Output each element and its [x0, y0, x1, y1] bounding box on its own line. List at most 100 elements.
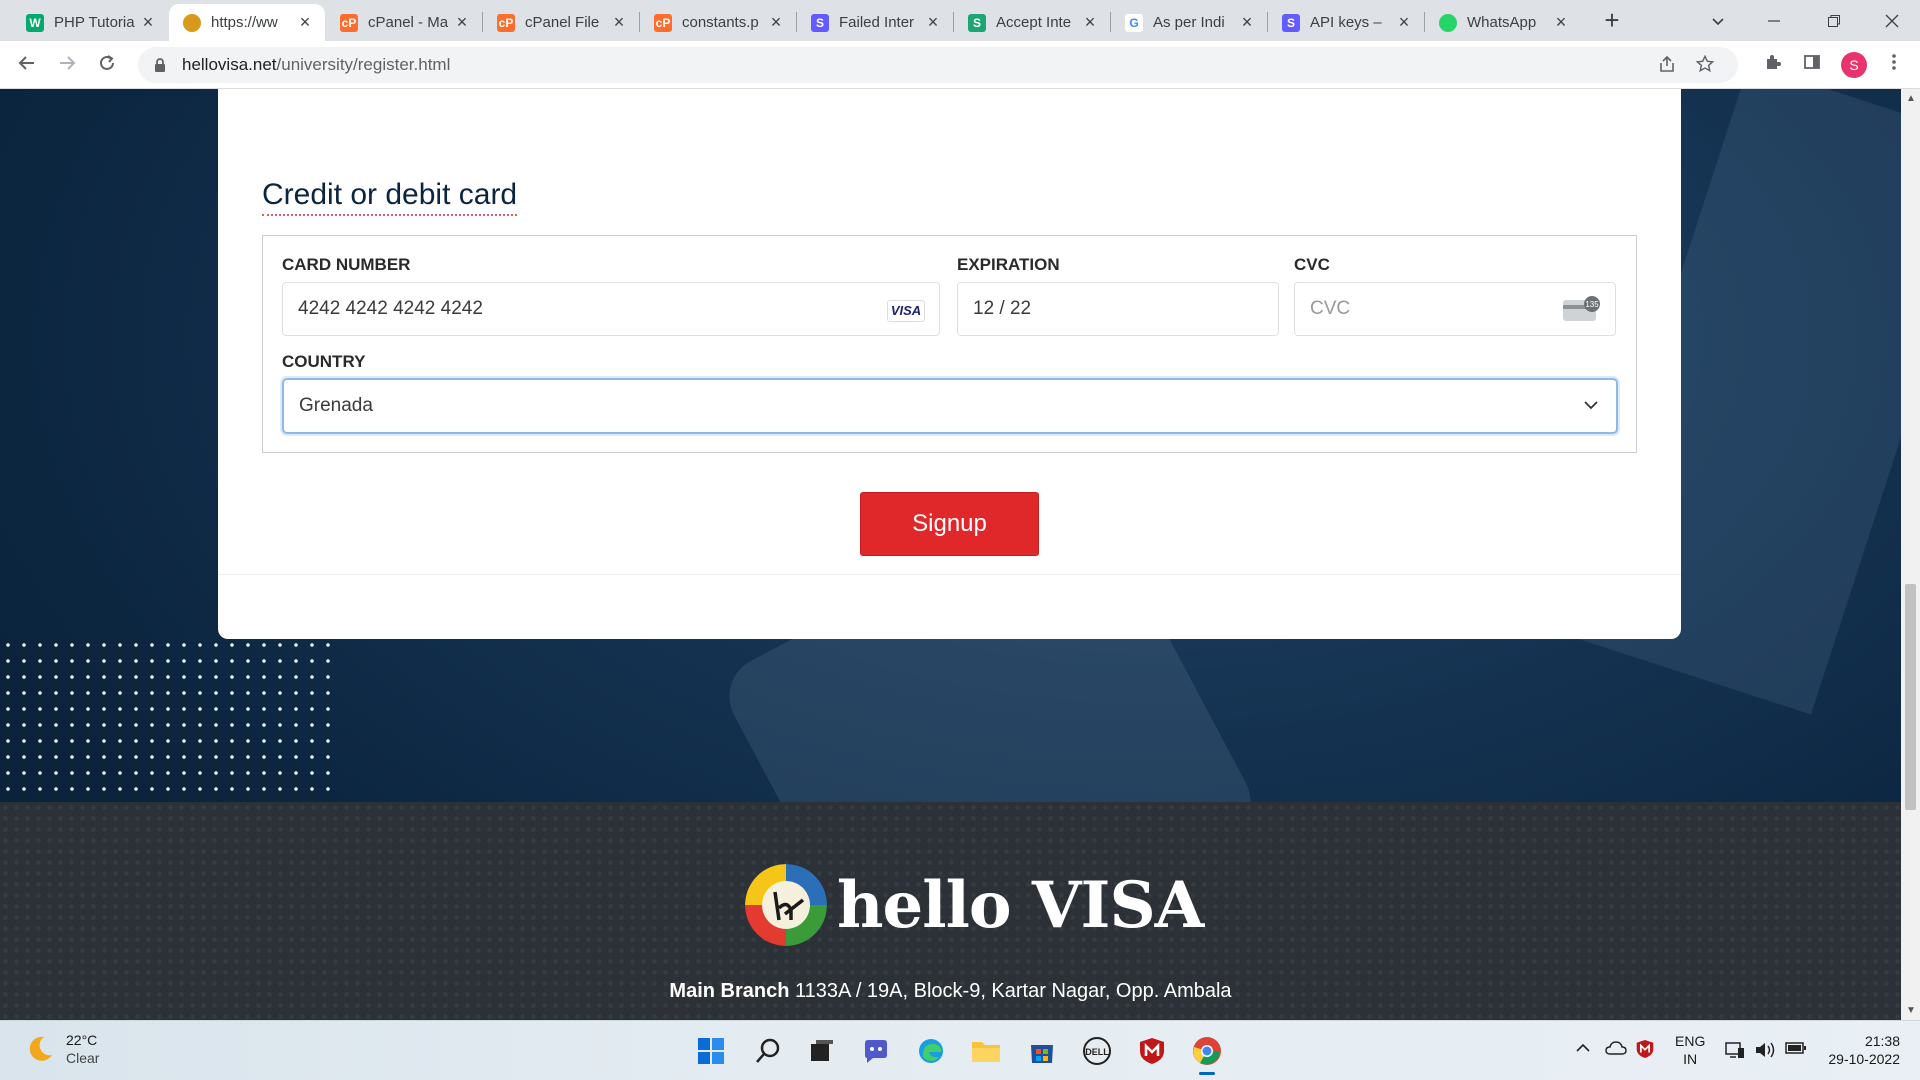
expiration-input[interactable]: 12 / 22	[957, 282, 1279, 336]
google-icon: G	[1125, 13, 1143, 32]
side-panel-icon[interactable]	[1797, 50, 1827, 80]
browser-tab[interactable]: cP cPanel - Ma ×	[326, 4, 482, 41]
branch-address-text: 1133A / 19A, Block-9, Kartar Nagar, Opp.…	[795, 980, 1232, 1002]
cpanel-icon: cP	[340, 13, 358, 32]
more-menu-icon[interactable]	[1879, 50, 1909, 80]
country-select[interactable]: Grenada	[282, 378, 1618, 434]
clock-time: 21:38	[1864, 1033, 1900, 1049]
cvc-input[interactable]: CVC 135	[1294, 282, 1616, 336]
tab-close-icon[interactable]: ×	[923, 12, 943, 33]
hellovisa-logo[interactable]: hello VISA	[745, 864, 1204, 946]
browser-tab[interactable]: S API keys – ×	[1268, 4, 1424, 41]
visa-icon: VISA	[887, 300, 925, 322]
restore-button[interactable]	[1806, 0, 1862, 41]
scroll-down-arrow-icon[interactable]: ▼	[1906, 1005, 1916, 1016]
browser-tab[interactable]: S Failed Inter ×	[797, 4, 953, 41]
input-language-indicator[interactable]: ENG IN	[1675, 1032, 1705, 1068]
page-viewport: Credit or debit card CARD NUMBER 4242 42…	[0, 89, 1901, 1020]
stripe-icon: S	[811, 13, 829, 32]
language-code: ENG	[1675, 1033, 1706, 1049]
expiration-value: 12 / 22	[973, 298, 1032, 319]
browser-tab[interactable]: S Accept Inte ×	[954, 4, 1110, 41]
network-icon[interactable]	[1725, 1041, 1745, 1064]
profile-avatar[interactable]: S	[1841, 52, 1867, 78]
tab-close-icon[interactable]: ×	[1551, 12, 1571, 33]
extensions-icon[interactable]	[1758, 50, 1788, 80]
forward-button[interactable]	[52, 50, 82, 80]
browser-tab[interactable]: https://ww ×	[169, 4, 325, 41]
tab-close-icon[interactable]: ×	[1394, 12, 1414, 33]
arrow-right-icon	[60, 56, 76, 70]
svg-text:DELL: DELL	[1085, 1047, 1109, 1057]
signup-button[interactable]: Signup	[860, 492, 1039, 556]
close-window-button[interactable]	[1864, 0, 1920, 41]
address-bar[interactable]: hellovisa.net/university/register.html	[138, 47, 1738, 83]
task-view-button[interactable]	[804, 1033, 840, 1069]
chevron-down-icon	[1584, 401, 1598, 410]
new-tab-button[interactable]: +	[1598, 6, 1626, 34]
browser-tab[interactable]: G As per Indi ×	[1111, 4, 1267, 41]
tab-close-icon[interactable]: ×	[1237, 12, 1257, 33]
dell-button[interactable]: DELL	[1079, 1033, 1115, 1069]
scroll-thumb[interactable]	[1905, 584, 1916, 810]
battery-icon[interactable]	[1785, 1041, 1807, 1060]
folder-icon	[972, 1042, 1000, 1062]
site-footer: hello VISA Main Branch 1133A / 19A, Bloc…	[0, 802, 1901, 1020]
arrow-left-icon	[18, 56, 34, 70]
edge-button[interactable]	[913, 1033, 949, 1069]
mcafee-shield-icon	[1140, 1038, 1164, 1064]
tab-title: Accept Inte	[996, 14, 1072, 31]
file-explorer-button[interactable]	[968, 1033, 1004, 1069]
clock-date: 29-10-2022	[1828, 1051, 1900, 1067]
card-details-box: CARD NUMBER 4242 4242 4242 4242 VISA EXP…	[262, 235, 1637, 453]
onedrive-icon[interactable]	[1605, 1041, 1627, 1060]
teams-chat-button[interactable]	[858, 1033, 894, 1069]
mcafee-button[interactable]	[1134, 1033, 1170, 1069]
weather-condition-text: Clear	[66, 1050, 100, 1066]
tab-title: cPanel - Ma	[368, 14, 449, 31]
tab-title: PHP Tutoria	[54, 14, 135, 31]
system-clock[interactable]: 21:38 29-10-2022	[1824, 1032, 1900, 1068]
card-number-value: 4242 4242 4242 4242	[298, 298, 483, 319]
tab-search-button[interactable]	[1690, 0, 1746, 41]
store-button[interactable]	[1024, 1033, 1060, 1069]
browser-tab[interactable]: cP cPanel File ×	[483, 4, 639, 41]
start-button[interactable]	[693, 1033, 729, 1069]
lock-icon[interactable]	[152, 57, 168, 73]
share-icon[interactable]	[1658, 55, 1676, 79]
scroll-up-arrow-icon[interactable]: ▲	[1906, 93, 1916, 104]
tab-close-icon[interactable]: ×	[1080, 12, 1100, 33]
w3schools-icon: W	[26, 13, 44, 32]
search-button[interactable]	[750, 1033, 786, 1069]
back-button[interactable]	[12, 50, 42, 80]
chrome-button[interactable]	[1189, 1033, 1225, 1075]
minimize-button[interactable]	[1746, 0, 1802, 41]
chrome-icon	[1193, 1037, 1221, 1065]
store-icon	[1031, 1045, 1053, 1063]
card-number-input[interactable]: 4242 4242 4242 4242 VISA	[282, 282, 940, 336]
weather-widget[interactable]: 22°C Clear	[24, 1031, 99, 1067]
tab-close-icon[interactable]: ×	[452, 12, 472, 33]
browser-tab-strip: W PHP Tutoria × https://ww × cP cPanel - Ma × cP…	[0, 0, 1920, 41]
payment-card: Credit or debit card CARD NUMBER 4242 42…	[218, 89, 1681, 639]
bookmark-star-icon[interactable]	[1695, 54, 1715, 79]
moon-icon	[29, 1036, 52, 1061]
mcafee-tray-icon[interactable]	[1636, 1039, 1654, 1064]
show-hidden-icons-button[interactable]	[1576, 1041, 1590, 1060]
volume-icon[interactable]	[1754, 1041, 1776, 1064]
divider	[218, 574, 1681, 575]
tab-close-icon[interactable]: ×	[766, 12, 786, 33]
task-view-icon	[811, 1040, 833, 1061]
cpanel-icon: cP	[497, 13, 515, 32]
browser-tab[interactable]: cP constants.p ×	[640, 4, 796, 41]
windows-taskbar: 22°C Clear DELL ENG IN 21:38 29-10-2022	[0, 1020, 1920, 1080]
tab-close-icon[interactable]: ×	[609, 12, 629, 33]
tab-close-icon[interactable]: ×	[295, 12, 315, 33]
page-scrollbar[interactable]: ▲ ▼	[1901, 89, 1920, 1020]
reload-button[interactable]	[92, 50, 122, 80]
tab-close-icon[interactable]: ×	[138, 12, 158, 33]
browser-tab[interactable]: WhatsApp ×	[1425, 4, 1581, 41]
cvc-placeholder: CVC	[1310, 298, 1351, 319]
browser-tab[interactable]: W PHP Tutoria ×	[12, 4, 168, 41]
section-title: Credit or debit card	[262, 178, 518, 216]
